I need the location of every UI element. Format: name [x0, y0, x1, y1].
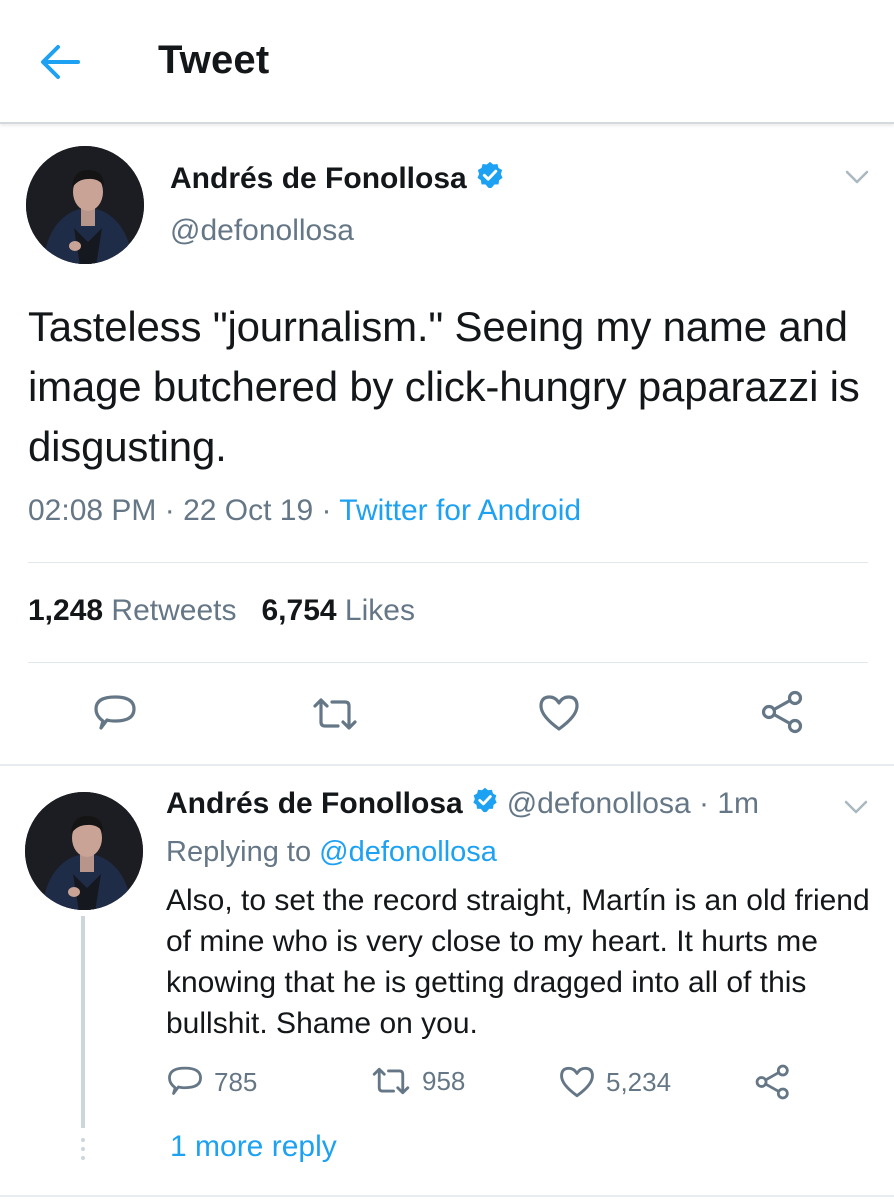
divider [28, 562, 868, 563]
like-button[interactable] [537, 692, 581, 739]
back-arrow-icon [41, 45, 80, 79]
top-bar: Tweet [0, 0, 894, 124]
tweet-time: 02:08 PM [28, 494, 157, 527]
like-icon [560, 1066, 594, 1098]
tweet-menu-button[interactable] [844, 168, 870, 191]
tweet-source-link[interactable]: Twitter for Android [339, 494, 581, 527]
reply-like-count: 5,234 [606, 1066, 672, 1097]
back-button[interactable] [38, 44, 82, 80]
retweets-count: 1,248 [28, 594, 104, 627]
thread-dot [81, 1156, 85, 1160]
tweet-meta: 02:08 PM · 22 Oct 19 · Twitter for Andro… [28, 494, 582, 527]
avatar[interactable] [26, 146, 144, 264]
reply-author-name: Andrés de Fonollosa [166, 787, 463, 820]
chevron-down-icon [844, 800, 868, 814]
thread-dot [81, 1138, 85, 1142]
share-icon [755, 1064, 789, 1100]
reply-text: Also, to set the record straight, Martín… [166, 884, 870, 1040]
retweets-stat[interactable]: 1,248 Retweets [28, 594, 236, 627]
tweet-text: Tasteless "journalism." Seeing my name a… [28, 303, 860, 470]
reply-time: 1m [717, 787, 759, 820]
reply-retweet-button[interactable]: 958 [370, 1064, 465, 1098]
more-replies-link[interactable]: 1 more reply [170, 1130, 337, 1164]
chevron-down-icon [845, 170, 869, 184]
share-icon [761, 690, 803, 734]
replying-prefix: Replying to [166, 836, 312, 868]
retweet-icon [372, 1067, 410, 1095]
reply-reply-button[interactable]: 785 [166, 1064, 257, 1100]
replying-to-mention[interactable]: @defonollosa [319, 836, 497, 868]
retweet-icon [313, 698, 357, 730]
reply-handle: @defonollosa [506, 787, 691, 820]
tweet-stats: 1,248 Retweets 6,754 Likes [28, 594, 415, 628]
thread-line [81, 916, 85, 1128]
reply-icon [94, 695, 136, 730]
reply-menu-button[interactable] [843, 798, 869, 821]
reply-icon [168, 1066, 202, 1095]
retweets-label: Retweets [111, 594, 237, 627]
verified-badge-icon [471, 786, 499, 822]
tweet-author[interactable]: Andrés de Fonollosa [170, 160, 505, 198]
verified-badge-icon [475, 160, 505, 198]
bottom-separator [0, 1195, 894, 1197]
reply-like-button[interactable]: 5,234 [558, 1064, 671, 1100]
share-button[interactable] [760, 690, 806, 739]
page-title: Tweet [158, 38, 270, 82]
reply-avatar[interactable] [25, 792, 143, 910]
likes-count: 6,754 [261, 594, 337, 627]
section-separator [0, 764, 894, 766]
thread-dot [81, 1147, 85, 1151]
replying-to: Replying to @defonollosa [166, 836, 497, 869]
author-name: Andrés de Fonollosa [170, 162, 467, 195]
author-handle[interactable]: @defonollosa [170, 214, 354, 248]
like-icon [539, 695, 579, 731]
likes-stat[interactable]: 6,754 Likes [262, 594, 415, 627]
tweet-date: 22 Oct 19 [183, 494, 314, 527]
reply-share-button[interactable] [754, 1064, 792, 1100]
reply-button[interactable] [92, 692, 138, 741]
likes-label: Likes [344, 594, 415, 627]
reply-author[interactable]: Andrés de Fonollosa @defonollosa · 1m [166, 786, 759, 822]
retweet-button[interactable] [310, 694, 360, 739]
reply-reply-count: 785 [214, 1066, 258, 1097]
reply-retweet-count: 958 [422, 1065, 466, 1096]
divider [28, 662, 868, 663]
